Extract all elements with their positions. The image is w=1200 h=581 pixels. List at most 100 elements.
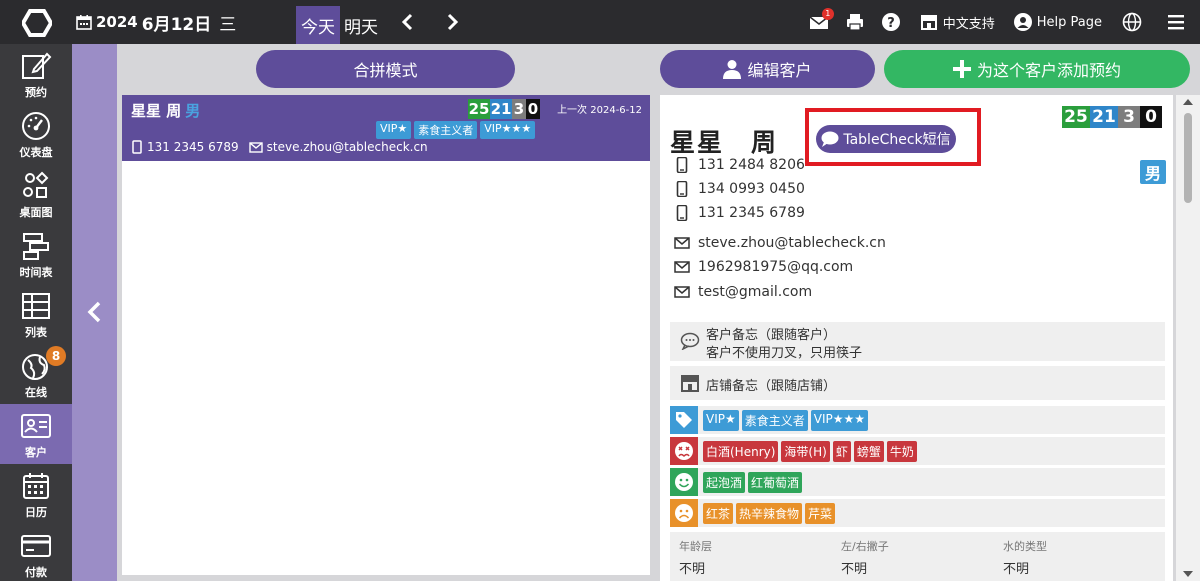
mail-button[interactable]: 1	[809, 8, 834, 32]
phone-icon	[676, 205, 688, 221]
support-link[interactable]: 中文支持	[919, 12, 995, 32]
tag: VIP★★★	[480, 121, 536, 139]
attribute-value: 不明	[1003, 562, 1030, 577]
like-chip[interactable]: 红葡萄酒	[748, 471, 803, 493]
menu-button[interactable]	[1166, 12, 1186, 32]
nav-item-online[interactable]: 8 在线	[0, 344, 72, 404]
store-note: 店铺备忘（跟随店铺）	[670, 366, 1165, 400]
phone-number: 131 2484 8206	[698, 157, 805, 173]
online-badge: 8	[46, 346, 66, 366]
nav-item-timeline[interactable]: 时间表	[0, 224, 72, 284]
date-selector[interactable]: 2024 6月12日 三	[76, 0, 236, 44]
detail-scrollbar[interactable]	[1176, 95, 1200, 581]
nav-item-calendar[interactable]: 日历	[0, 464, 72, 524]
allergy-chip[interactable]: 牛奶	[886, 440, 917, 462]
like-chip[interactable]: 起泡酒	[703, 471, 746, 493]
count-noshows: 0	[526, 99, 540, 119]
email-address: test@gmail.com	[698, 284, 813, 300]
id-card-icon	[21, 414, 51, 438]
nav-item-floorplan[interactable]: 桌面图	[0, 164, 72, 224]
weekday: 三	[219, 14, 237, 35]
attribute-key: 左/右撇子	[841, 540, 889, 553]
today-button[interactable]: 今天	[296, 6, 340, 44]
phone-number: 131 2345 6789	[698, 205, 805, 221]
merge-mode-button[interactable]: 合拼模式	[256, 50, 515, 88]
phone-line[interactable]: 134 0993 0450	[674, 181, 805, 197]
phone-line[interactable]: 131 2484 8206	[674, 157, 805, 173]
scroll-down-arrow-icon[interactable]	[1183, 571, 1193, 577]
credit-card-icon	[21, 535, 51, 557]
tag: VIP★	[376, 121, 412, 139]
customer-phone: 131 2345 6789	[147, 140, 239, 154]
tag: 素食主义者	[414, 121, 478, 139]
allergy-chip[interactable]: 白酒(Henry)	[703, 440, 779, 462]
app-logo-icon[interactable]	[22, 9, 52, 37]
nav-item-customers[interactable]: 客户	[0, 404, 72, 464]
envelope-icon	[674, 286, 690, 298]
customer-note: 客户备忘（跟随客户） 客户不使用刀叉，只用筷子	[670, 322, 1165, 361]
scroll-up-arrow-icon[interactable]	[1183, 99, 1193, 105]
highlight-box	[805, 108, 981, 166]
top-bar: 2024 6月12日 三 今天 明天 1 ? 中文支持 Help Page	[0, 0, 1200, 44]
help-page-link[interactable]: Help Page	[1013, 12, 1102, 32]
add-reservation-label: 为这个客户添加预约	[976, 61, 1121, 80]
count-visits: 21	[490, 99, 512, 119]
attribute-age: 年龄层 不明	[679, 538, 712, 577]
year: 2024	[96, 13, 138, 31]
phone-icon	[132, 140, 142, 154]
store-icon	[920, 15, 937, 30]
customer-list-panel: 合拼模式 星星 周男 25 21 3 0 上一次 2024-6-12 VIP★ …	[117, 44, 657, 581]
globe-icon	[1122, 12, 1142, 32]
customer-name: 星星 周男	[131, 100, 200, 121]
comment-icon	[680, 332, 700, 350]
nav-item-payment[interactable]: 付款	[0, 524, 72, 581]
email-line[interactable]: test@gmail.com	[674, 284, 812, 300]
envelope-icon	[674, 237, 690, 249]
calendar-icon	[23, 473, 49, 499]
edit-customer-label: 编辑客户	[747, 61, 812, 80]
tag-chips: VIP★ 素食主义者 VIP★★★	[703, 409, 869, 431]
nav-item-list[interactable]: 列表	[0, 284, 72, 344]
tag-chip[interactable]: 素食主义者	[741, 409, 808, 431]
nav-item-reservation[interactable]: 预约	[0, 44, 72, 104]
plus-icon	[952, 60, 971, 78]
help-button[interactable]: ?	[881, 12, 901, 32]
allergy-chip[interactable]: 螃蟹	[853, 440, 884, 462]
tag-chip[interactable]: VIP★	[703, 409, 739, 431]
customer-list-item[interactable]: 星星 周男 25 21 3 0 上一次 2024-6-12 VIP★ 素食主义者…	[122, 95, 650, 161]
print-button[interactable]	[845, 12, 865, 32]
tag-chip[interactable]: VIP★★★	[810, 409, 869, 431]
tomorrow-button[interactable]: 明天	[344, 6, 378, 44]
email-line[interactable]: 1962981975@qq.com	[674, 259, 853, 275]
customer-profile: 星星 周 TableCheck短信 25 21 3 0 男 131 2484 8…	[660, 95, 1173, 581]
tag-icon	[670, 406, 698, 434]
dislike-chip[interactable]: 红茶	[703, 502, 734, 524]
attribute-key: 年龄层	[679, 540, 712, 553]
edit-customer-button[interactable]: 编辑客户	[660, 50, 875, 88]
visit-counts: 25 21 3 0	[468, 99, 540, 119]
customer-name-text: 星星 周	[131, 102, 182, 120]
chevron-left-icon	[87, 301, 101, 323]
collapse-panel-toggle[interactable]	[72, 44, 117, 581]
prev-day-arrow-icon[interactable]	[398, 12, 418, 32]
phone-line[interactable]: 131 2345 6789	[674, 205, 805, 221]
mail-badge: 1	[821, 8, 834, 20]
email-line[interactable]: steve.zhou@tablecheck.cn	[674, 235, 886, 251]
nav-label: 时间表	[19, 266, 53, 279]
next-day-arrow-icon[interactable]	[442, 12, 462, 32]
add-reservation-button[interactable]: 为这个客户添加预约	[884, 50, 1190, 88]
email-address: 1962981975@qq.com	[698, 259, 854, 275]
dislike-chip[interactable]: 芹菜	[805, 502, 836, 524]
customer-detail-panel: 编辑客户 为这个客户添加预约 星星 周 TableCheck短信 25 21 3…	[657, 44, 1200, 581]
left-navigation: 预约 仪表盘 桌面图 时间表 列表 8 在线 客户 日历 付款	[0, 44, 72, 581]
nav-item-dashboard[interactable]: 仪表盘	[0, 104, 72, 164]
language-button[interactable]	[1122, 12, 1142, 32]
customer-note-text: 客户不使用刀叉，只用筷子	[706, 346, 863, 361]
customer-list-empty-area	[122, 161, 650, 575]
allergy-chip[interactable]: 海带(H)	[781, 440, 830, 462]
allergy-chip[interactable]: 虾	[832, 440, 851, 462]
customer-contact: 131 2345 6789 steve.zhou@tablecheck.cn	[131, 140, 428, 154]
store-icon	[681, 375, 699, 392]
scroll-thumb[interactable]	[1184, 113, 1192, 203]
dislike-chip[interactable]: 热辛辣食物	[736, 502, 803, 524]
